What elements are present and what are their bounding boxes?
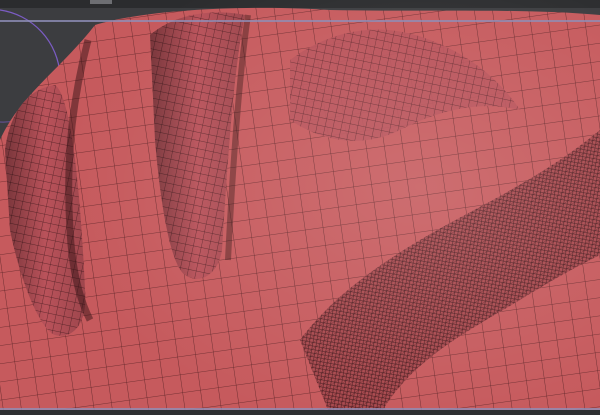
surface-highlight xyxy=(0,0,600,415)
app-window xyxy=(0,0,600,415)
viewport-frame-top-line xyxy=(0,20,600,22)
3d-viewport[interactable] xyxy=(0,0,600,415)
mesh-render[interactable] xyxy=(0,0,600,415)
bottom-strip xyxy=(0,410,600,415)
